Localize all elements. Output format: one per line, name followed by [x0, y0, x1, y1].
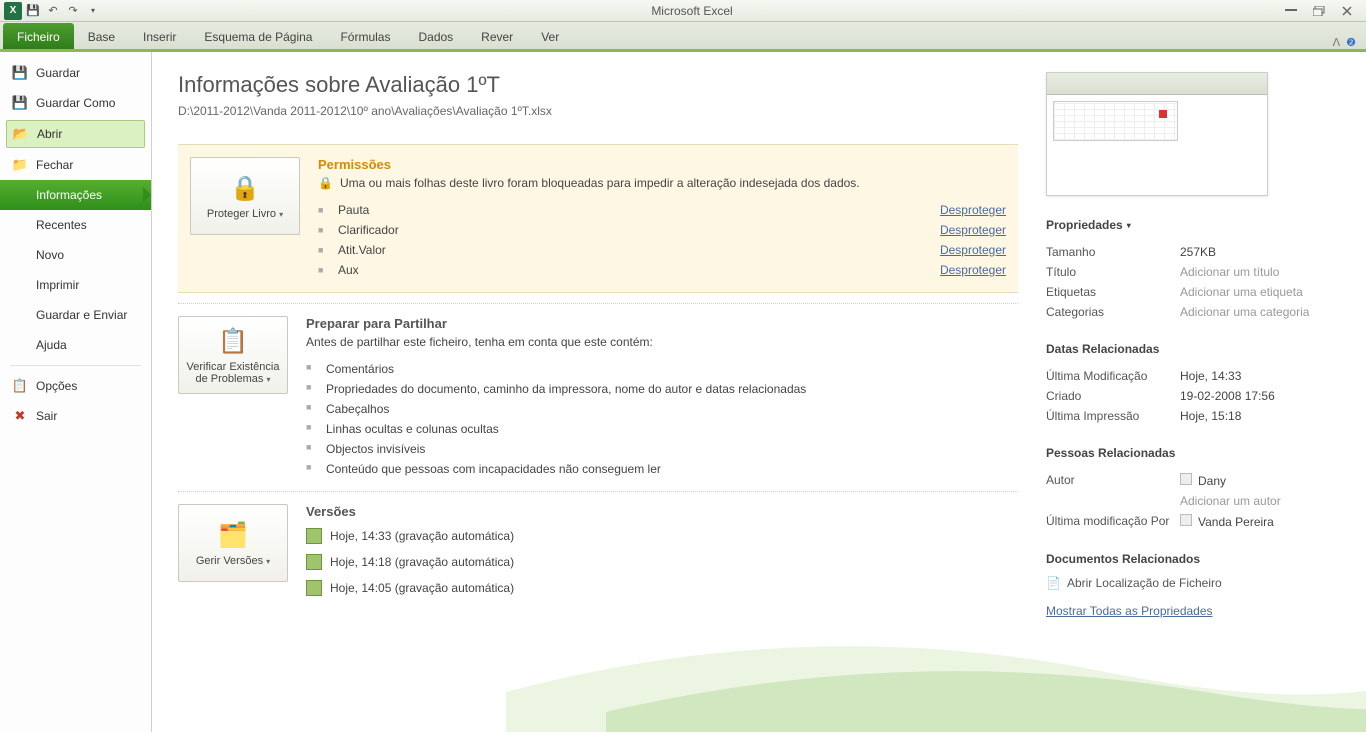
help-icon[interactable]: ❷	[1346, 36, 1356, 49]
prepare-items-list: ■Comentários■Propriedades do documento, …	[306, 359, 1018, 479]
versions-list: Hoje, 14:33 (gravação automática)Hoje, 1…	[306, 523, 1018, 601]
permissions-desc: 🔒Uma ou mais folhas deste livro foram bl…	[318, 176, 1006, 190]
permissions-heading: Permissões	[318, 157, 1006, 172]
excel-logo: X	[4, 2, 22, 20]
check-issues-button[interactable]: 📋 Verificar Existência de Problemas ▾	[178, 316, 288, 394]
checklist-icon: 📋	[217, 325, 249, 357]
nav-fechar[interactable]: 📁Fechar	[0, 150, 151, 180]
versions-heading: Versões	[306, 504, 1018, 519]
avatar-icon	[1180, 473, 1192, 485]
nav-sair[interactable]: ✖Sair	[0, 401, 151, 431]
nav-opcoes[interactable]: 📋Opções	[0, 371, 151, 401]
backstage-view: 💾Guardar 💾Guardar Como 📂Abrir 📁Fechar In…	[0, 52, 1366, 732]
nav-guardar[interactable]: 💾Guardar	[0, 58, 151, 88]
nav-informacoes[interactable]: Informações	[0, 180, 151, 210]
related-people-header: Pessoas Relacionadas	[1046, 446, 1336, 460]
show-all-properties-link[interactable]: Mostrar Todas as Propriedades	[1046, 604, 1336, 618]
protected-sheet-row: ■PautaDesproteger	[318, 200, 1006, 220]
nav-recentes[interactable]: Recentes	[0, 210, 151, 240]
tab-inserir[interactable]: Inserir	[129, 23, 190, 49]
minimize-ribbon-icon[interactable]: ᐱ	[1333, 36, 1341, 49]
protected-sheet-row: ■AuxDesproteger	[318, 260, 1006, 280]
excel-file-icon	[306, 580, 322, 596]
manage-versions-button[interactable]: 🗂️ Gerir Versões ▾	[178, 504, 288, 582]
prepare-item: ■Conteúdo que pessoas com incapacidades …	[306, 459, 1018, 479]
tab-base[interactable]: Base	[74, 23, 129, 49]
unprotect-link[interactable]: Desproteger	[940, 243, 1006, 257]
app-title: Microsoft Excel	[102, 4, 1282, 18]
version-item[interactable]: Hoje, 14:05 (gravação automática)	[306, 575, 1018, 601]
related-dates-header: Datas Relacionadas	[1046, 342, 1336, 356]
undo-icon[interactable]: ↶	[44, 2, 62, 20]
excel-file-icon	[306, 554, 322, 570]
nav-guardar-enviar[interactable]: Guardar e Enviar	[0, 300, 151, 330]
prepare-item: ■Comentários	[306, 359, 1018, 379]
nav-ajuda[interactable]: Ajuda	[0, 330, 151, 360]
tab-file[interactable]: Ficheiro	[3, 23, 74, 49]
quick-access-toolbar: X 💾 ↶ ↷ ▾	[4, 2, 102, 20]
backstage-main: Informações sobre Avaliação 1ºT D:\2011-…	[152, 52, 1046, 732]
versions-icon: 🗂️	[217, 519, 249, 551]
prepare-item: ■Cabeçalhos	[306, 399, 1018, 419]
unprotect-link[interactable]: Desproteger	[940, 263, 1006, 277]
tab-esquema[interactable]: Esquema de Página	[190, 23, 326, 49]
close-icon: 📁	[12, 157, 28, 173]
minimize-button[interactable]	[1282, 4, 1300, 18]
versions-section: 🗂️ Gerir Versões ▾ Versões Hoje, 14:33 (…	[178, 491, 1018, 613]
options-icon: 📋	[12, 378, 28, 394]
title-bar: X 💾 ↶ ↷ ▾ Microsoft Excel	[0, 0, 1366, 22]
folder-icon: 📄	[1046, 576, 1061, 590]
permissions-section: 🔒 Proteger Livro ▾ Permissões 🔒Uma ou ma…	[178, 144, 1018, 293]
open-file-location[interactable]: 📄Abrir Localização de Ficheiro	[1046, 576, 1336, 590]
nav-imprimir[interactable]: Imprimir	[0, 270, 151, 300]
title-field[interactable]: Adicionar um título	[1180, 265, 1279, 279]
protect-workbook-button[interactable]: 🔒 Proteger Livro ▾	[190, 157, 300, 235]
prepare-heading: Preparar para Partilhar	[306, 316, 1018, 331]
prepare-desc: Antes de partilhar este ficheiro, tenha …	[306, 335, 1018, 349]
properties-header[interactable]: Propriedades▾	[1046, 218, 1336, 232]
tab-formulas[interactable]: Fórmulas	[326, 23, 404, 49]
related-docs-header: Documentos Relacionados	[1046, 552, 1336, 566]
save-icon[interactable]: 💾	[24, 2, 42, 20]
tab-dados[interactable]: Dados	[404, 23, 467, 49]
save-icon: 💾	[12, 65, 28, 81]
protected-sheets-list: ■PautaDesproteger■ClarificadorDesprotege…	[318, 200, 1006, 280]
properties-panel: Propriedades▾ Tamanho257KB TítuloAdicion…	[1046, 52, 1366, 732]
open-icon: 📂	[13, 126, 29, 142]
version-item[interactable]: Hoje, 14:18 (gravação automática)	[306, 549, 1018, 575]
qat-dropdown-icon[interactable]: ▾	[84, 2, 102, 20]
protected-sheet-row: ■Atit.ValorDesproteger	[318, 240, 1006, 260]
tags-field[interactable]: Adicionar uma etiqueta	[1180, 285, 1303, 299]
excel-file-icon	[306, 528, 322, 544]
avatar-icon	[1180, 514, 1192, 526]
prepare-item: ■Propriedades do documento, caminho da i…	[306, 379, 1018, 399]
prepare-item: ■Linhas ocultas e colunas ocultas	[306, 419, 1018, 439]
exit-icon: ✖	[12, 408, 28, 424]
lock-small-icon: 🔒	[318, 176, 334, 190]
redo-icon[interactable]: ↷	[64, 2, 82, 20]
close-button[interactable]	[1338, 4, 1356, 18]
saveas-icon: 💾	[12, 95, 28, 111]
add-author-field[interactable]: Adicionar um autor	[1180, 494, 1281, 508]
lock-icon: 🔒	[229, 172, 261, 204]
unprotect-link[interactable]: Desproteger	[940, 223, 1006, 237]
prepare-item: ■Objectos invisíveis	[306, 439, 1018, 459]
nav-abrir[interactable]: 📂Abrir	[6, 120, 145, 148]
tab-rever[interactable]: Rever	[467, 23, 527, 49]
document-thumbnail[interactable]	[1046, 72, 1268, 196]
nav-guardar-como[interactable]: 💾Guardar Como	[0, 88, 151, 118]
ribbon-tabs: Ficheiro Base Inserir Esquema de Página …	[0, 22, 1366, 52]
file-path: D:\2011-2012\Vanda 2011-2012\10º ano\Ava…	[178, 104, 1018, 118]
version-item[interactable]: Hoje, 14:33 (gravação automática)	[306, 523, 1018, 549]
backstage-nav: 💾Guardar 💾Guardar Como 📂Abrir 📁Fechar In…	[0, 52, 152, 732]
tab-ver[interactable]: Ver	[527, 23, 573, 49]
protected-sheet-row: ■ClarificadorDesproteger	[318, 220, 1006, 240]
page-title: Informações sobre Avaliação 1ºT	[178, 72, 1018, 98]
unprotect-link[interactable]: Desproteger	[940, 203, 1006, 217]
window-controls	[1282, 4, 1362, 18]
restore-button[interactable]	[1310, 4, 1328, 18]
nav-novo[interactable]: Novo	[0, 240, 151, 270]
categories-field[interactable]: Adicionar uma categoria	[1180, 305, 1309, 319]
prepare-share-section: 📋 Verificar Existência de Problemas ▾ Pr…	[178, 303, 1018, 491]
